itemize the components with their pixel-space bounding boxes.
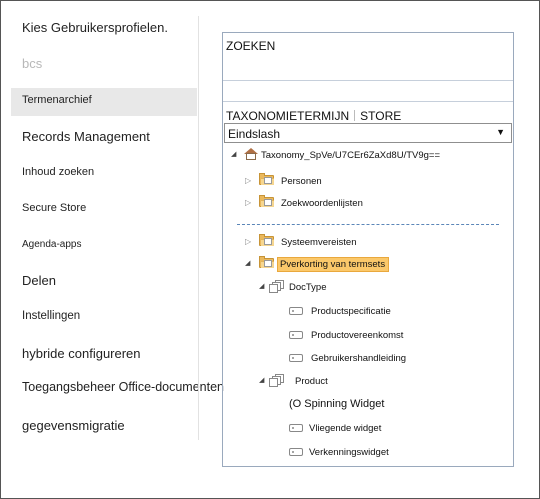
- nav-item-search[interactable]: Inhoud zoeken: [22, 166, 94, 178]
- tree-term-label: Vliegende widget: [309, 423, 382, 434]
- tree-group-label-selected: Pverkorting van termsets: [277, 257, 390, 272]
- tree-term-label: Productspecificatie: [311, 306, 391, 317]
- tree-group-label: Systeemvereisten: [281, 237, 357, 248]
- expand-open-icon[interactable]: ◢: [259, 376, 264, 386]
- search-results-strip: [223, 81, 513, 102]
- tree-term-label: (O Spinning Widget: [289, 398, 385, 410]
- tree-term[interactable]: Gebruikershandleiding: [289, 350, 469, 368]
- nav-divider: [198, 16, 199, 440]
- dropdown-value: Eindslash: [228, 127, 281, 141]
- tree-separator: [237, 224, 499, 225]
- termset-icon: [269, 280, 285, 293]
- tree-term[interactable]: (O Spinning Widget: [289, 396, 469, 414]
- nav-item-data-migration[interactable]: gegevensmigratie: [22, 418, 125, 433]
- tree-root[interactable]: ◢ Taxonomy_SpVe/U7CEr6ZaXd8U/TV9g==: [231, 147, 501, 165]
- tree-termset[interactable]: ◢ Product: [259, 373, 419, 391]
- folder-icon: [259, 234, 274, 246]
- tree-group[interactable]: ▷ Personen: [245, 173, 425, 191]
- folder-icon: [259, 256, 274, 268]
- term-icon: [289, 424, 303, 432]
- tree-termset-label: Product: [295, 376, 328, 387]
- nav-item-office-access[interactable]: Toegangsbeheer Office-documenten: [22, 380, 224, 394]
- expand-icon[interactable]: ▷: [245, 198, 251, 208]
- tree-group-selected[interactable]: ◢ Pverkorting van termsets: [245, 256, 425, 274]
- expand-open-icon[interactable]: ◢: [259, 282, 264, 292]
- nav-item-sharing[interactable]: Delen: [22, 273, 56, 288]
- term-icon: [289, 331, 303, 339]
- nav-item-secure-store[interactable]: Secure Store: [22, 202, 86, 214]
- home-icon: [243, 148, 258, 161]
- tree-term[interactable]: Verkenningswidget: [289, 444, 469, 462]
- tree-group[interactable]: ▷ Zoekwoordenlijsten: [245, 195, 425, 213]
- tree-term[interactable]: Vliegende widget: [289, 420, 469, 438]
- nav-item-settings[interactable]: Instellingen: [22, 310, 80, 322]
- tree-group-label: Zoekwoordenlijsten: [281, 198, 363, 209]
- folder-icon: [259, 173, 274, 185]
- tree-term[interactable]: Productspecificatie: [289, 303, 469, 321]
- search-box[interactable]: ZOEKEN: [223, 33, 513, 81]
- nav-item-calendar-apps[interactable]: Agenda-apps: [22, 239, 82, 250]
- term-store-tabs: TAXONOMIETERMIJN STORE: [226, 109, 401, 123]
- term-icon: [289, 354, 303, 362]
- tree-term-label: Productovereenkomst: [311, 330, 404, 341]
- tree-term-label: Gebruikershandleiding: [311, 353, 407, 364]
- expand-icon[interactable]: ▷: [245, 237, 251, 247]
- term-icon: [289, 307, 303, 315]
- expand-icon[interactable]: ▷: [245, 176, 251, 186]
- dropdown-arrow-icon: ▼: [496, 127, 505, 137]
- search-label: ZOEKEN: [226, 39, 276, 53]
- tree-group-label: Personen: [281, 176, 322, 187]
- tree-root-label: Taxonomy_SpVe/U7CEr6ZaXd8U/TV9g==: [261, 150, 441, 161]
- expand-open-icon[interactable]: ◢: [245, 259, 250, 269]
- term-icon: [289, 448, 303, 456]
- nav-item-term-store[interactable]: Termenarchief: [11, 88, 197, 116]
- tab-taxonomy[interactable]: TAXONOMIETERMIJN: [226, 109, 349, 123]
- tab-store[interactable]: STORE: [360, 109, 401, 123]
- language-dropdown[interactable]: Eindslash ▼: [224, 123, 512, 143]
- expand-open-icon[interactable]: ◢: [231, 150, 236, 160]
- termset-icon: [269, 374, 285, 387]
- nav-item-records-management[interactable]: Records Management: [22, 129, 150, 144]
- tree-termset-label: DocType: [289, 282, 327, 293]
- tree-group[interactable]: ▷ Systeemvereisten: [245, 234, 425, 252]
- tree-term-label: Verkenningswidget: [309, 447, 389, 458]
- tree-term[interactable]: Productovereenkomst: [289, 327, 469, 345]
- tree-termset[interactable]: ◢ DocType: [259, 279, 419, 297]
- nav-item-user-profiles[interactable]: Kies Gebruikersprofielen.: [22, 20, 168, 35]
- nav-item-hybrid-config[interactable]: hybride configureren: [22, 346, 141, 361]
- nav-item-bcs[interactable]: bcs: [22, 56, 42, 71]
- folder-icon: [259, 195, 274, 207]
- tab-separator: [354, 110, 356, 121]
- term-store-panel: ZOEKEN TAXONOMIETERMIJN STORE Eindslash ▼…: [222, 32, 514, 467]
